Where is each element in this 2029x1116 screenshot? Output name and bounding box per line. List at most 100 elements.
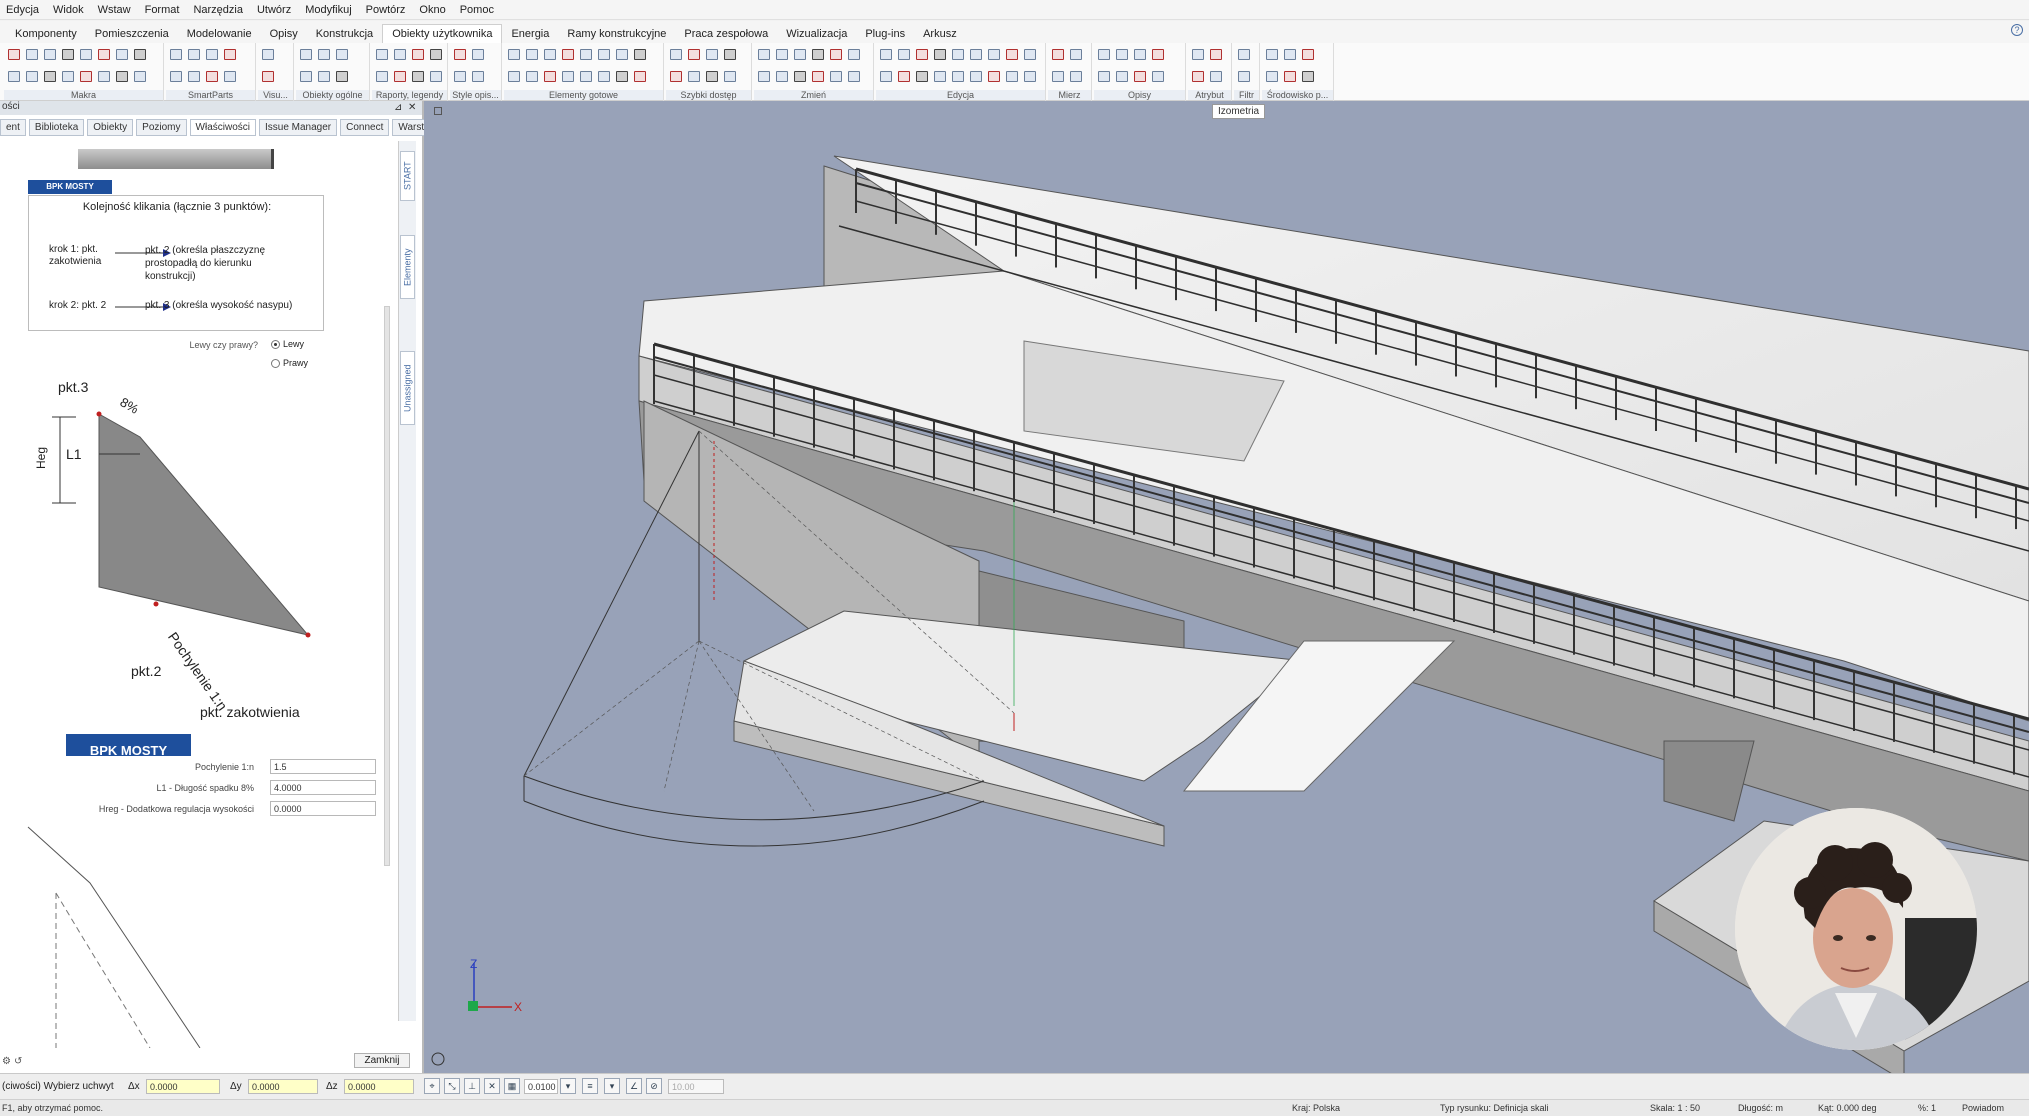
toolbar-tool-icon[interactable] (1070, 71, 1082, 82)
toolbar-tool-icon[interactable] (1052, 71, 1064, 82)
menu-item-6[interactable]: Modyfikuj (305, 4, 351, 16)
toolbar-tool-icon[interactable] (336, 71, 348, 82)
toolbar-tool-icon[interactable] (318, 49, 330, 60)
angle-input[interactable]: 10.00 (668, 1079, 724, 1094)
toolbar-tool-icon[interactable] (412, 71, 424, 82)
ribbon-tab-3[interactable]: Opisy (261, 25, 307, 43)
scale-input[interactable]: 0.0100 (524, 1079, 558, 1094)
ribbon-tab-8[interactable]: Praca zespołowa (675, 25, 777, 43)
toolbar-tool-icon[interactable] (508, 49, 520, 60)
toolbar-tool-icon[interactable] (1192, 71, 1204, 82)
toolbar-tool-icon[interactable] (880, 71, 892, 82)
toolbar-tool-icon[interactable] (188, 49, 200, 60)
toolbar-tool-icon[interactable] (916, 71, 928, 82)
toolbar-tool-icon[interactable] (1098, 71, 1110, 82)
toolbar-tool-icon[interactable] (848, 49, 860, 60)
toolbar-tool-icon[interactable] (706, 49, 718, 60)
radio-left-indicator[interactable] (271, 340, 280, 350)
toolbar-tool-icon[interactable] (262, 49, 274, 60)
toolbar-tool-icon[interactable] (170, 49, 182, 60)
toolbar-tool-icon[interactable] (1134, 71, 1146, 82)
toolbar-tool-icon[interactable] (848, 71, 860, 82)
menu-item-4[interactable]: Narzędzia (193, 4, 243, 16)
close-button[interactable]: Zamknij (354, 1053, 410, 1068)
side-tab-unassigned[interactable]: Unassigned (400, 351, 415, 425)
toolbar-tool-icon[interactable] (988, 71, 1000, 82)
toolbar-tool-icon[interactable] (376, 49, 388, 60)
pin-icon[interactable]: ⊿ (394, 102, 402, 113)
toolbar-tool-icon[interactable] (598, 49, 610, 60)
toolbar-tool-icon[interactable] (934, 71, 946, 82)
toolbar-tool-icon[interactable] (598, 71, 610, 82)
toolbar-tool-icon[interactable] (44, 71, 56, 82)
toolbar-tool-icon[interactable] (8, 71, 20, 82)
palette-tab-3[interactable]: Poziomy (136, 119, 187, 136)
toolbar-tool-icon[interactable] (1266, 71, 1278, 82)
toolbar-tool-icon[interactable] (634, 71, 646, 82)
toolbar-tool-icon[interactable] (116, 49, 128, 60)
toolbar-tool-icon[interactable] (898, 71, 910, 82)
toolbar-tool-icon[interactable] (1152, 49, 1164, 60)
toolbar-tool-icon[interactable] (1210, 71, 1222, 82)
toolbar-tool-icon[interactable] (776, 71, 788, 82)
toolbar-tool-icon[interactable] (1302, 71, 1314, 82)
field-hreg-input[interactable]: 0.0000 (270, 801, 376, 816)
settings-icon[interactable]: ⚙ (2, 1056, 11, 1067)
toolbar-tool-icon[interactable] (970, 71, 982, 82)
toolbar-tool-icon[interactable] (952, 49, 964, 60)
toolbar-tool-icon[interactable] (26, 49, 38, 60)
toolbar-tool-icon[interactable] (376, 71, 388, 82)
point-snap-icon[interactable]: ✕ (484, 1078, 500, 1094)
side-tab-start[interactable]: START (400, 151, 415, 201)
toolbar-tool-icon[interactable] (300, 71, 312, 82)
dz-input[interactable]: 0.0000 (344, 1079, 414, 1094)
ribbon-tab-11[interactable]: Arkusz (914, 25, 966, 43)
toolbar-tool-icon[interactable] (1006, 49, 1018, 60)
toolbar-tool-icon[interactable] (794, 71, 806, 82)
toolbar-tool-icon[interactable] (526, 49, 538, 60)
toolbar-tool-icon[interactable] (412, 49, 424, 60)
toolbar-tool-icon[interactable] (812, 71, 824, 82)
toolbar-tool-icon[interactable] (706, 71, 718, 82)
palette-tab-0[interactable]: ent (0, 119, 26, 136)
toolbar-tool-icon[interactable] (634, 49, 646, 60)
toolbar-tool-icon[interactable] (724, 71, 736, 82)
status-angle[interactable]: Kąt: 0.000 deg (1818, 1103, 1877, 1113)
toolbar-tool-icon[interactable] (688, 71, 700, 82)
toolbar-tool-icon[interactable] (80, 71, 92, 82)
toolbar-tool-icon[interactable] (758, 49, 770, 60)
toolbar-tool-icon[interactable] (1152, 71, 1164, 82)
toolbar-tool-icon[interactable] (116, 71, 128, 82)
toolbar-tool-icon[interactable] (1284, 71, 1296, 82)
field-slope-input[interactable]: 1.5 (270, 759, 376, 774)
toolbar-tool-icon[interactable] (1266, 49, 1278, 60)
toolbar-tool-icon[interactable] (1024, 49, 1036, 60)
toolbar-tool-icon[interactable] (776, 49, 788, 60)
palette-scrollbar[interactable] (384, 306, 390, 866)
radio-left[interactable]: Lewy (271, 339, 304, 350)
toolbar-tool-icon[interactable] (616, 71, 628, 82)
toolbar-tool-icon[interactable] (580, 49, 592, 60)
toolbar-tool-icon[interactable] (26, 71, 38, 82)
toolbar-tool-icon[interactable] (98, 71, 110, 82)
toolbar-tool-icon[interactable] (62, 49, 74, 60)
menu-item-9[interactable]: Pomoc (460, 4, 494, 16)
field-l1-input[interactable]: 4.0000 (270, 780, 376, 795)
toolbar-tool-icon[interactable] (170, 71, 182, 82)
toolbar-tool-icon[interactable] (1052, 49, 1064, 60)
toolbar-tool-icon[interactable] (188, 71, 200, 82)
toolbar-tool-icon[interactable] (206, 49, 218, 60)
toolbar-tool-icon[interactable] (454, 49, 466, 60)
status-scale[interactable]: Skala: 1 : 50 (1650, 1103, 1700, 1113)
toolbar-tool-icon[interactable] (970, 49, 982, 60)
toolbar-tool-icon[interactable] (394, 71, 406, 82)
toolbar-tool-icon[interactable] (988, 49, 1000, 60)
status-length[interactable]: Długość: m (1738, 1103, 1783, 1113)
toolbar-tool-icon[interactable] (670, 49, 682, 60)
palette-tab-1[interactable]: Biblioteka (28, 119, 85, 136)
ribbon-tab-10[interactable]: Plug-ins (856, 25, 914, 43)
toolbar-tool-icon[interactable] (508, 71, 520, 82)
toolbar-tool-icon[interactable] (934, 49, 946, 60)
refresh-icon[interactable]: ↺ (14, 1056, 22, 1067)
toolbar-tool-icon[interactable] (134, 49, 146, 60)
